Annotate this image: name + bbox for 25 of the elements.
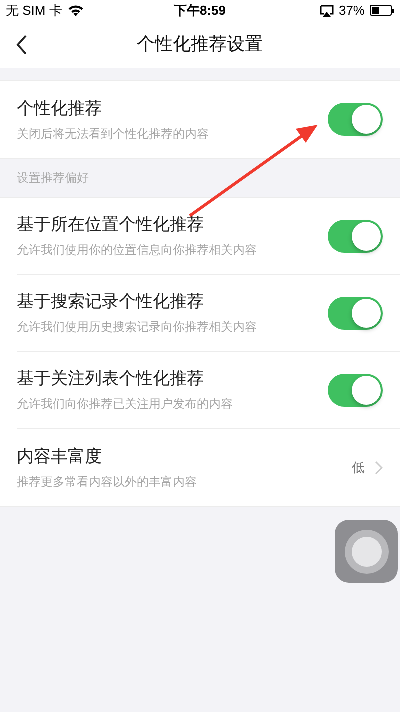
setting-title: 个性化推荐 <box>17 98 103 120</box>
toggle-switch[interactable] <box>328 220 383 252</box>
toggle-switch[interactable] <box>328 296 383 330</box>
toggle-switch[interactable] <box>328 103 383 136</box>
page-title: 个性化推荐设置 <box>137 33 263 56</box>
setting-description: 允许我们向你推荐已关注用户发布的内容 <box>17 396 234 412</box>
carrier-label: 无 SIM 卡 <box>6 2 62 20</box>
setting-title: 基于关注列表个性化推荐 <box>17 368 205 390</box>
setting-title: 内容丰富度 <box>17 446 103 468</box>
setting-description: 允许我们使用历史搜索记录向你推荐相关内容 <box>17 319 258 335</box>
status-time: 下午8:59 <box>174 2 226 20</box>
assistive-touch-button[interactable] <box>335 520 398 583</box>
battery-icon <box>370 5 394 16</box>
setting-title: 基于所在位置个性化推荐 <box>17 214 205 236</box>
setting-title: 基于搜索记录个性化推荐 <box>17 291 205 313</box>
battery-percent: 37% <box>338 2 365 20</box>
setting-description: 关闭后将无法看到个性化推荐的内容 <box>17 126 210 142</box>
airplay-icon <box>320 4 334 16</box>
wifi-icon <box>68 4 84 16</box>
setting-description: 推荐更多常看内容以外的丰富内容 <box>17 474 198 490</box>
chevron-right-icon <box>375 460 383 474</box>
setting-description: 允许我们使用你的位置信息向你推荐相关内容 <box>17 242 258 258</box>
setting-value: 低 <box>352 458 365 477</box>
toggle-switch[interactable] <box>328 374 383 406</box>
section-header: 设置推荐偏好 <box>17 170 89 187</box>
